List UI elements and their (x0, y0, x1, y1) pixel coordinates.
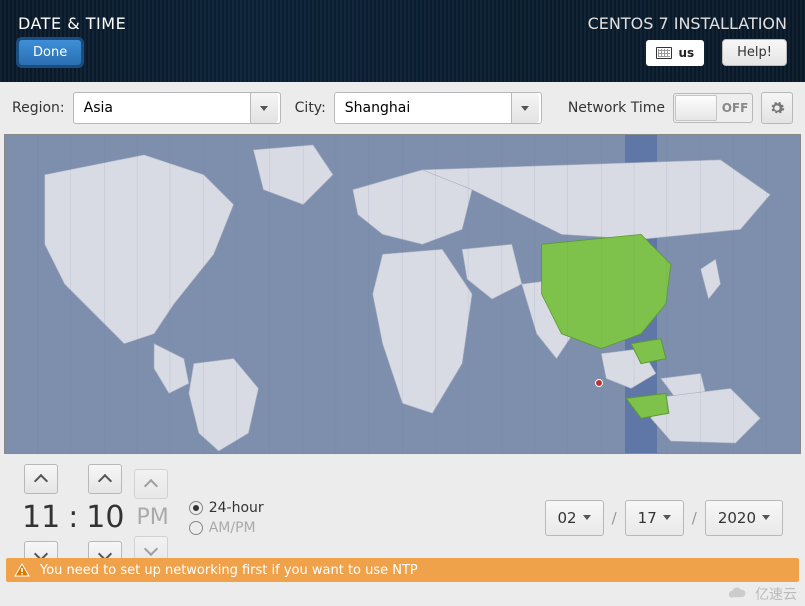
ampm-spinner: PM (132, 469, 168, 566)
date-group: 02 / 17 / 2020 (545, 500, 784, 536)
warning-text: You need to set up networking first if y… (40, 563, 418, 578)
year-value: 2020 (718, 509, 756, 527)
date-separator: / (612, 509, 617, 527)
warning-icon (14, 563, 30, 577)
radio-icon (189, 501, 203, 515)
page-title: DATE & TIME (18, 14, 126, 33)
year-combobox[interactable]: 2020 (705, 500, 783, 536)
city-input[interactable] (335, 93, 511, 123)
city-dropdown-button[interactable] (511, 93, 539, 123)
chevron-down-icon (144, 542, 158, 556)
time-format-group: 24-hour AM/PM (189, 500, 264, 536)
time-colon: : (68, 500, 78, 535)
cloud-icon (727, 587, 749, 601)
format-24hour-radio[interactable]: 24-hour (189, 500, 264, 516)
keyboard-layout-text: us (678, 46, 694, 60)
watermark: 亿速云 (727, 584, 797, 604)
minute-spinner: 10 (86, 464, 124, 571)
switch-knob (675, 95, 717, 121)
done-button[interactable]: Done (18, 39, 82, 66)
format-ampm-radio[interactable]: AM/PM (189, 520, 264, 536)
timezone-map[interactable] (4, 134, 801, 454)
radio-icon (189, 521, 203, 535)
day-combobox[interactable]: 17 (625, 500, 684, 536)
minute-value: 10 (86, 500, 124, 535)
chevron-down-icon (583, 515, 591, 520)
time-spinners: 11 : 10 PM (22, 464, 169, 571)
network-time-switch[interactable]: OFF (673, 93, 753, 123)
chevron-down-icon (521, 106, 529, 111)
minute-up-button[interactable] (88, 464, 122, 494)
region-input[interactable] (74, 93, 250, 123)
network-time-label: Network Time (568, 100, 665, 116)
header-bar: DATE & TIME CENTOS 7 INSTALLATION Done u… (0, 0, 805, 82)
warning-bar: You need to set up networking first if y… (6, 558, 799, 582)
selected-region-shape (542, 234, 671, 348)
gear-icon (769, 100, 785, 116)
chevron-up-icon (98, 474, 112, 488)
hour-spinner: 11 (22, 464, 60, 571)
world-map-svg (5, 135, 800, 453)
region-dropdown-button[interactable] (250, 93, 278, 123)
month-value: 02 (558, 509, 577, 527)
switch-state-label: OFF (718, 101, 752, 115)
hour-up-button[interactable] (24, 464, 58, 494)
format-24hour-label: 24-hour (209, 500, 264, 516)
installer-label: CENTOS 7 INSTALLATION (588, 14, 787, 33)
time-date-row: 11 : 10 PM 24-hour AM/PM 02 / (0, 454, 805, 573)
ntp-settings-button[interactable] (761, 92, 793, 124)
ampm-value: PM (136, 505, 168, 530)
chevron-down-icon (762, 515, 770, 520)
city-combobox[interactable] (334, 92, 542, 124)
hour-value: 11 (22, 500, 60, 535)
chevron-down-icon (663, 515, 671, 520)
day-value: 17 (638, 509, 657, 527)
format-ampm-label: AM/PM (209, 520, 256, 536)
city-label: City: (295, 100, 326, 116)
date-separator: / (692, 509, 697, 527)
help-button[interactable]: Help! (722, 39, 787, 66)
month-combobox[interactable]: 02 (545, 500, 604, 536)
chevron-up-icon (34, 474, 48, 488)
region-label: Region: (12, 100, 65, 116)
ampm-up-button (134, 469, 168, 499)
keyboard-icon (656, 47, 672, 59)
chevron-down-icon (260, 106, 268, 111)
region-city-row: Region: City: Network Time OFF (0, 82, 805, 134)
region-combobox[interactable] (73, 92, 281, 124)
selected-city-marker (595, 379, 603, 387)
chevron-up-icon (144, 479, 158, 493)
watermark-text: 亿速云 (755, 584, 797, 604)
keyboard-layout-indicator[interactable]: us (646, 40, 704, 66)
